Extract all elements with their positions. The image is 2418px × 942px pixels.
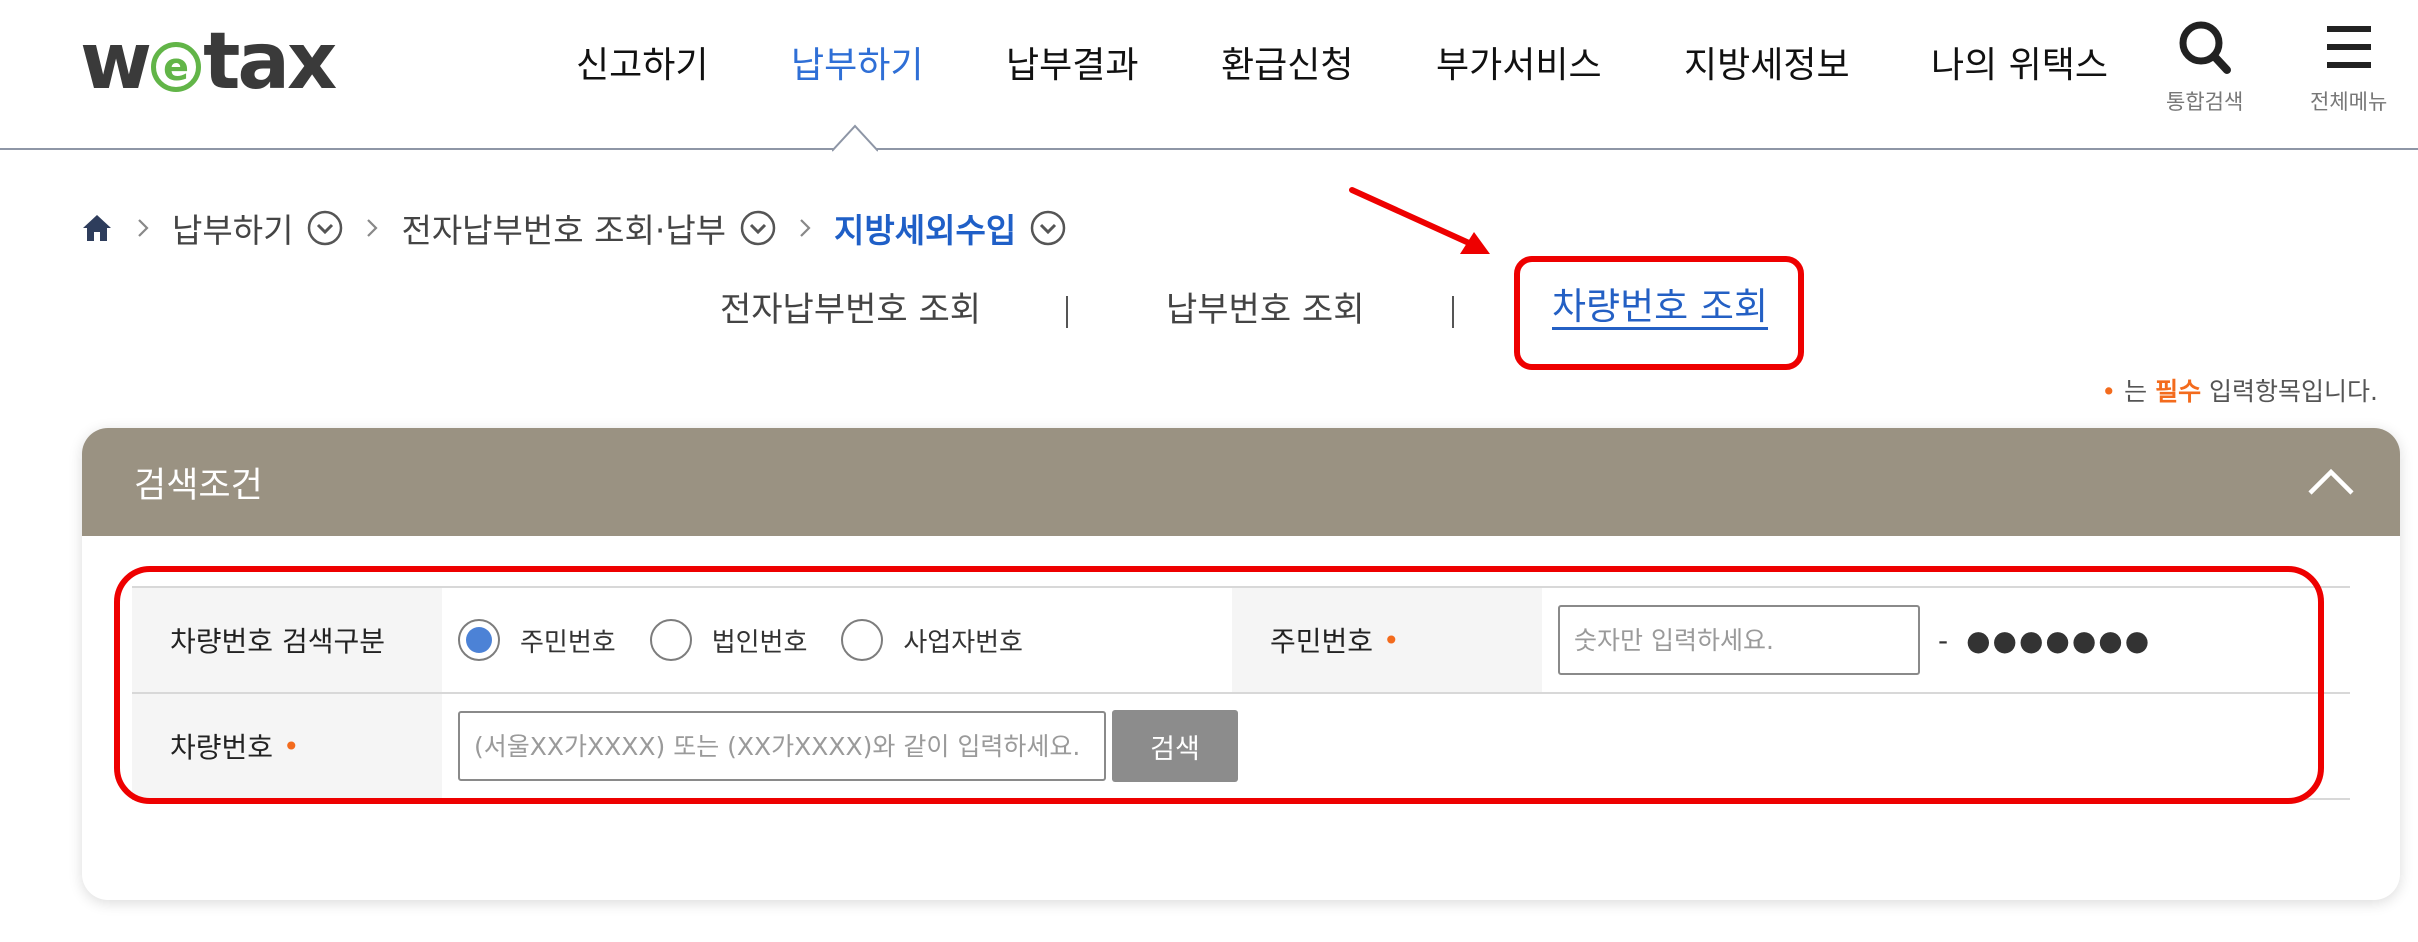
radio-label-resident-number: 주민번호 xyxy=(520,627,616,658)
table-row: 차량번호 검색구분 주민번호 법인번호 사업자번호 주민번호 • 숫자만 입력하… xyxy=(132,588,2350,694)
radio-business-number[interactable]: 사업자번호 xyxy=(841,619,1023,661)
breadcrumb-current-non-tax-revenue[interactable]: 지방세외수입 xyxy=(834,204,1016,252)
chevron-down-circle-icon[interactable] xyxy=(307,210,343,246)
search-button[interactable]: 검색 xyxy=(1112,710,1238,782)
nav-item-local-tax-info[interactable]: 지방세정보 xyxy=(1684,36,1850,88)
required-field-note: • 는 필수 입력항목입니다. xyxy=(2101,372,2378,408)
integrated-search-label: 통합검색 xyxy=(2166,90,2244,114)
radio-resident-number[interactable]: 주민번호 xyxy=(458,619,616,661)
radio-circle[interactable] xyxy=(649,619,692,661)
breadcrumb-separator-icon xyxy=(800,219,811,237)
search-form-table: 차량번호 검색구분 주민번호 법인번호 사업자번호 주민번호 • 숫자만 입력하… xyxy=(132,586,2350,800)
header: w e tax 신고하기 납부하기 납부결과 환급신청 부가서비스 지방세정보 나의… xyxy=(0,0,2418,152)
logo-text-tax: tax xyxy=(203,17,337,107)
panel-header: 검색조건 xyxy=(82,428,2400,536)
search-type-label: 차량번호 검색구분 xyxy=(132,588,442,692)
tab-pay-number-lookup[interactable]: 납부번호 조회 xyxy=(1166,282,1365,331)
radio-corporate-number[interactable]: 법인번호 xyxy=(649,619,808,661)
vehicle-number-label-text: 차량번호 xyxy=(170,731,274,764)
chevron-down-circle-icon[interactable] xyxy=(740,210,776,246)
sub-tabs: 전자납부번호 조회 납부번호 조회 차량번호 조회 xyxy=(0,282,2418,342)
hamburger-menu-icon xyxy=(2326,26,2371,68)
required-dot: • xyxy=(1383,623,1400,657)
full-menu-button[interactable]: 전체메뉴 xyxy=(2310,18,2387,116)
table-row: 차량번호 • 검색 xyxy=(132,694,2350,800)
tab-divider xyxy=(1066,296,1068,328)
tab-e-pay-number-lookup[interactable]: 전자납부번호 조회 xyxy=(720,282,981,331)
id-number-cell: - ●●●●●●● xyxy=(1542,588,2350,692)
active-nav-caret-icon xyxy=(832,124,878,152)
chevron-down-circle-icon[interactable] xyxy=(1030,210,1066,246)
panel-title: 검색조건 xyxy=(134,465,263,506)
radio-circle-checked[interactable] xyxy=(458,619,500,661)
id-number-label-text: 주민번호 xyxy=(1270,625,1374,658)
vehicle-number-label: 차량번호 • xyxy=(132,694,442,798)
tab-divider xyxy=(1452,296,1454,328)
nav-item-refund[interactable]: 환급신청 xyxy=(1221,36,1353,88)
breadcrumb-item-pay[interactable]: 납부하기 xyxy=(172,204,293,252)
nav-item-report[interactable]: 신고하기 xyxy=(576,36,708,88)
logo-e-circle: e xyxy=(151,42,202,92)
vehicle-number-input[interactable] xyxy=(458,711,1106,781)
tab-vehicle-number-lookup[interactable]: 차량번호 조회 xyxy=(1552,276,1768,330)
home-icon[interactable] xyxy=(80,211,114,245)
radio-circle[interactable] xyxy=(841,619,884,661)
search-type-radio-group: 주민번호 법인번호 사업자번호 xyxy=(442,588,1232,692)
search-condition-panel: 검색조건 차량번호 검색구분 주민번호 법인번호 사업자번호 주민번호 • 숫자… xyxy=(82,428,2400,900)
id-dash: - xyxy=(1938,623,1949,657)
vehicle-number-cell: 검색 xyxy=(442,694,2350,798)
nav-item-my-wetax[interactable]: 나의 위택스 xyxy=(1931,36,2108,88)
breadcrumb-separator-icon xyxy=(367,219,379,237)
id-masked-back: ●●●●●●● xyxy=(1966,623,2152,657)
radio-label-corporate-number: 법인번호 xyxy=(711,627,808,658)
id-number-label: 주민번호 • xyxy=(1232,588,1542,692)
required-note-pre: 는 xyxy=(2124,377,2148,406)
radio-label-business-number: 사업자번호 xyxy=(903,627,1023,658)
breadcrumb-separator-icon xyxy=(138,219,149,237)
search-icon xyxy=(2179,21,2231,74)
breadcrumb: 납부하기 전자납부번호 조회·납부 지방세외수입 xyxy=(80,205,1066,251)
required-note-emphasis: 필수 xyxy=(2155,377,2202,406)
logo-text-w: w xyxy=(80,17,152,107)
required-note-post: 입력항목입니다. xyxy=(2209,377,2378,406)
id-number-input[interactable] xyxy=(1558,605,1920,675)
breadcrumb-item-e-pay-number[interactable]: 전자납부번호 조회·납부 xyxy=(401,204,726,252)
required-dot: • xyxy=(2101,377,2117,406)
nav-item-extra-service[interactable]: 부가서비스 xyxy=(1436,36,1602,88)
required-dot: • xyxy=(283,729,300,763)
nav-item-pay-result[interactable]: 납부결과 xyxy=(1006,36,1138,88)
wetax-logo[interactable]: w e tax xyxy=(80,17,337,107)
full-menu-label: 전체메뉴 xyxy=(2310,90,2388,114)
nav-item-pay[interactable]: 납부하기 xyxy=(791,36,923,88)
annotation-arrow-icon xyxy=(1349,187,1490,254)
chevron-up-icon[interactable] xyxy=(2306,457,2356,507)
integrated-search-button[interactable]: 통합검색 xyxy=(2166,18,2243,116)
